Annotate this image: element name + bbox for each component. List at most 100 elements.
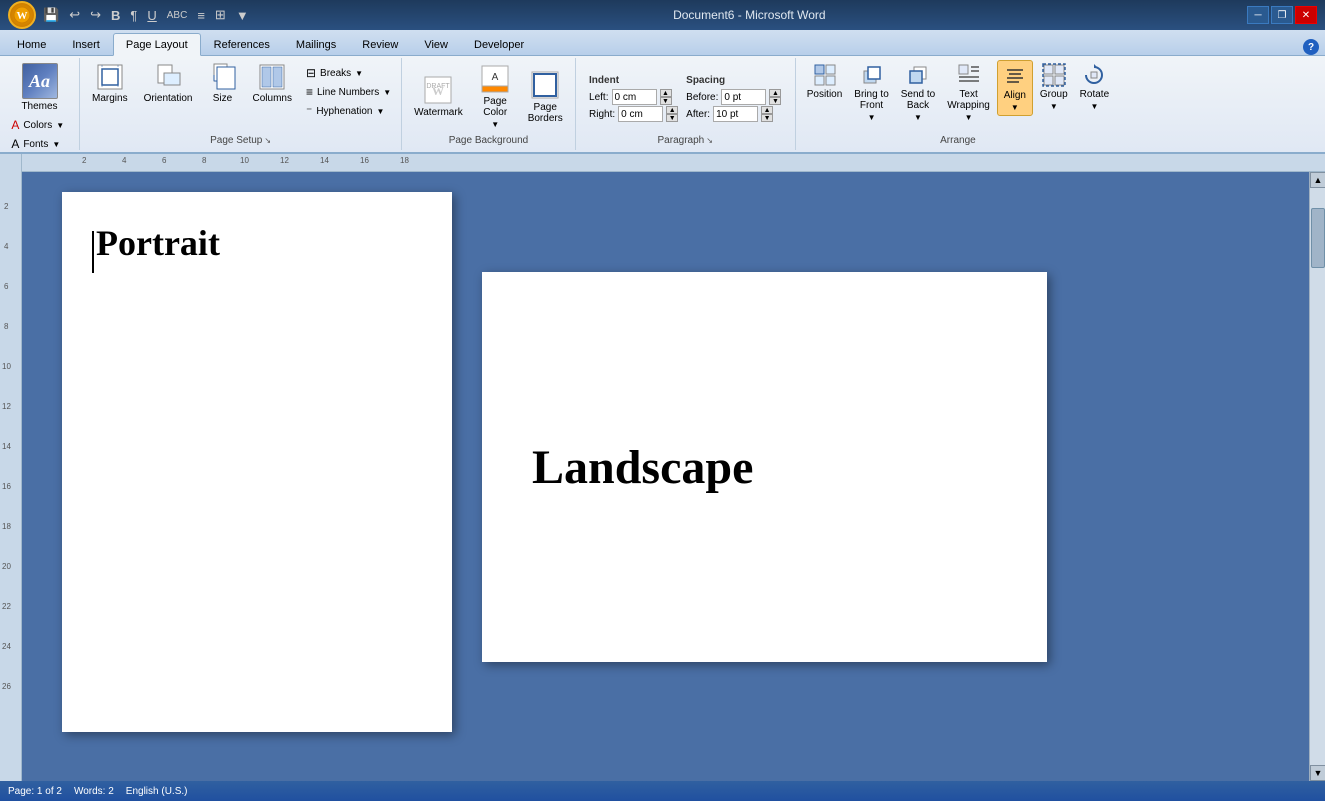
scroll-track[interactable] [1310,188,1325,765]
spacing-before-down[interactable]: ▼ [769,97,781,105]
indent-right-row: Right: ▲ ▼ [589,106,678,122]
abc-quick-btn[interactable]: ABC [164,8,191,23]
bullets-quick-btn[interactable]: ≡ [194,6,208,25]
position-button[interactable]: Position [802,60,848,103]
spacing-col: Spacing Before: ▲ ▼ After: ▲ [686,75,781,122]
help-icon[interactable]: ? [1303,39,1319,55]
indent-right-input[interactable] [618,106,663,122]
page-borders-icon [530,70,560,100]
breaks-dropdown-arrow: ▼ [355,69,363,78]
quick-access-toolbar: 💾 ↩ ↪ B ¶ U ABC ≡ ⊞ ▼ [40,5,252,25]
indent-left-up[interactable]: ▲ [660,89,672,97]
orientation-button[interactable]: Orientation [138,60,199,107]
position-icon [813,63,837,87]
hyphenation-button[interactable]: ⁻ Hyphenation ▼ [302,102,395,120]
rotate-arrow: ▼ [1090,102,1098,111]
page-setup-expand-icon[interactable]: ↘ [264,136,271,145]
title-bar: W 💾 ↩ ↪ B ¶ U ABC ≡ ⊞ ▼ Document6 - Micr… [0,0,1325,30]
indent-col: Indent Left: ▲ ▼ Right: ▲ [589,75,678,122]
breaks-button[interactable]: ⊟ Breaks ▼ [302,64,395,82]
minimize-button[interactable]: ─ [1247,6,1269,24]
close-button[interactable]: ✕ [1295,6,1317,24]
size-button[interactable]: Size [203,60,243,107]
columns-icon [258,63,286,91]
landscape-page[interactable]: Landscape [482,272,1047,662]
align-button[interactable]: Align ▼ [997,60,1033,116]
tab-references[interactable]: References [201,33,283,55]
indent-left-spin: ▲ ▼ [660,89,672,105]
colors-icon: A [11,118,19,132]
underline-quick-btn[interactable]: U [144,6,159,25]
undo-quick-btn[interactable]: ↩ [66,5,83,25]
spacing-after-down[interactable]: ▼ [761,114,773,122]
margins-button[interactable]: Margins [86,60,134,107]
fonts-button[interactable]: A Fonts ▼ [7,135,71,153]
text-wrapping-button[interactable]: TextWrapping ▼ [942,60,995,125]
pilcrow-quick-btn[interactable]: ¶ [127,6,140,25]
office-button[interactable]: W [8,1,36,29]
tab-home[interactable]: Home [4,33,59,55]
indent-right-up[interactable]: ▲ [666,106,678,114]
scroll-thumb[interactable] [1311,208,1325,268]
restore-button[interactable]: ❐ [1271,6,1293,24]
document-area[interactable]: Portrait Landscape [22,172,1309,781]
scroll-up-button[interactable]: ▲ [1310,172,1325,188]
page-setup-content: Margins Orientation Size [86,60,395,133]
table-quick-btn[interactable]: ⊞ [212,5,229,25]
themes-button[interactable]: Aa Themes [15,60,63,115]
tab-page-layout[interactable]: Page Layout [113,33,201,56]
themes-label: Themes [21,101,57,112]
text-wrap-arrow: ▼ [965,113,973,122]
line-numbers-button[interactable]: ≡ Line Numbers ▼ [302,83,395,101]
colors-button[interactable]: A Colors ▼ [7,116,71,134]
ribbon-group-themes: Aa Themes A Colors ▼ A Fonts ▼ [0,58,80,150]
ribbon-group-page-background: W DRAFT Watermark A PageColor ▼ [402,58,576,150]
portrait-page-text: Portrait [96,223,220,263]
horizontal-ruler: 2 4 6 8 10 12 14 16 18 [22,154,1325,172]
group-icon [1042,63,1066,87]
indent-left-down[interactable]: ▼ [660,97,672,105]
tab-mailings[interactable]: Mailings [283,33,349,55]
spacing-before-up[interactable]: ▲ [769,89,781,97]
spacing-after-up[interactable]: ▲ [761,106,773,114]
hyphenation-icon: ⁻ [306,104,312,118]
svg-text:W: W [17,10,28,22]
save-quick-btn[interactable]: 💾 [40,5,62,25]
margins-icon [96,63,124,91]
vertical-scrollbar[interactable]: ▲ ▼ [1309,172,1325,781]
arrange-group-label: Arrange [802,133,1114,148]
spacing-after-input[interactable] [713,106,758,122]
ribbon-body: Aa Themes A Colors ▼ A Fonts ▼ [0,56,1325,154]
page-color-icon: A [480,64,510,94]
spacing-before-row: Before: ▲ ▼ [686,89,781,105]
spacing-before-spin: ▲ ▼ [769,89,781,105]
bring-front-button[interactable]: Bring toFront ▼ [849,60,893,125]
page-background-group-label: Page Background [408,133,569,148]
paragraph-expand-icon[interactable]: ↘ [706,136,713,145]
ribbon-group-paragraph: Indent Left: ▲ ▼ Right: ▲ [576,58,796,150]
tab-developer[interactable]: Developer [461,33,537,55]
more-quick-btn[interactable]: ▼ [233,6,252,25]
spacing-before-input[interactable] [721,89,766,105]
tab-insert[interactable]: Insert [59,33,113,55]
tab-view[interactable]: View [411,33,461,55]
indent-right-down[interactable]: ▼ [666,114,678,122]
group-button[interactable]: Group ▼ [1035,60,1073,114]
rotate-button[interactable]: Rotate ▼ [1075,60,1114,114]
fonts-dropdown-arrow: ▼ [52,140,60,149]
breaks-icon: ⊟ [306,66,316,80]
bold-quick-btn[interactable]: B [108,6,123,25]
spacing-label: Spacing [686,75,781,86]
page-color-button[interactable]: A PageColor ▼ [473,61,518,132]
portrait-page[interactable]: Portrait [62,192,452,732]
columns-button[interactable]: Columns [247,60,298,107]
watermark-button[interactable]: W DRAFT Watermark [408,72,469,121]
indent-right-spin: ▲ ▼ [666,106,678,122]
redo-quick-btn[interactable]: ↪ [87,5,104,25]
indent-left-input[interactable] [612,89,657,105]
landscape-page-text: Landscape [532,440,753,495]
scroll-down-button[interactable]: ▼ [1310,765,1325,781]
tab-review[interactable]: Review [349,33,411,55]
page-borders-button[interactable]: PageBorders [522,67,569,127]
send-back-button[interactable]: Send toBack ▼ [896,60,940,125]
